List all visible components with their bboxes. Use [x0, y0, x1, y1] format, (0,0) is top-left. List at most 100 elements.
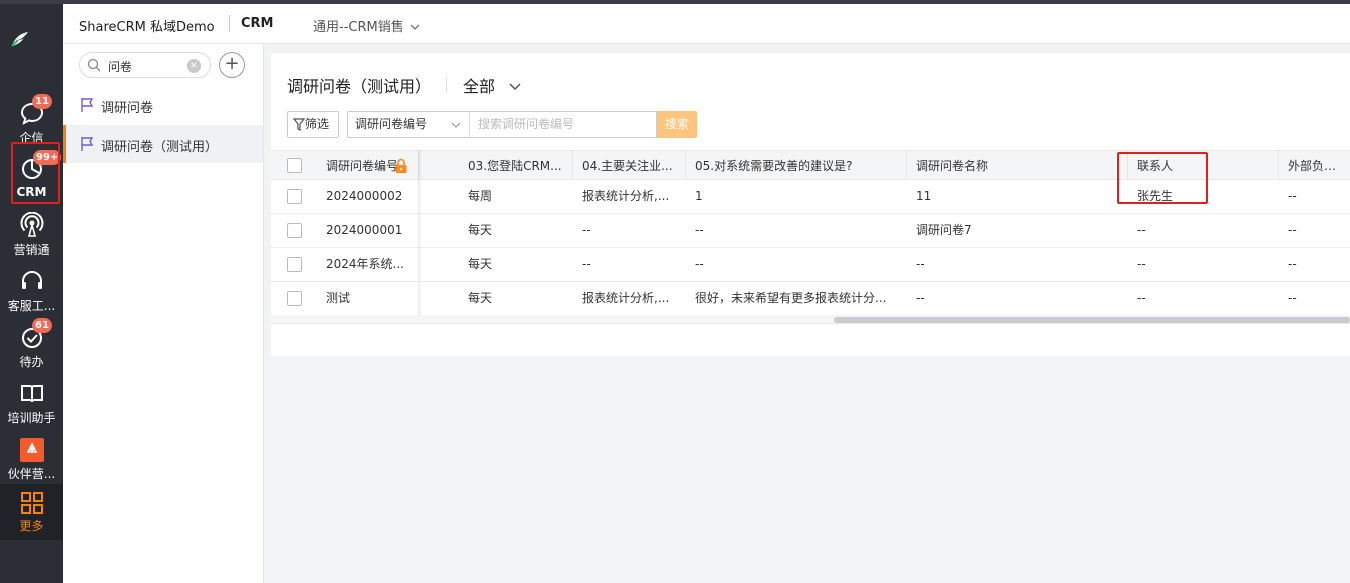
select-all-checkbox[interactable] — [287, 158, 302, 173]
filter-button[interactable]: 筛选 — [287, 111, 339, 138]
horizontal-scrollbar[interactable] — [271, 315, 1350, 324]
lock-icon[interactable] — [394, 158, 408, 174]
table-cell: 很好，未来希望有更多报表统计分... — [695, 291, 887, 305]
rail-item-label: 培训助手 — [7, 411, 56, 425]
chevron-down-icon — [451, 122, 461, 128]
app-scope-label: 通用--CRM销售 — [313, 20, 404, 35]
record-number-link[interactable]: 2024年系统... — [317, 248, 419, 281]
table-cell: 每天 — [468, 257, 493, 271]
search-field-value: 调研问卷编号 — [355, 117, 428, 131]
rail-item-label: 营销通 — [13, 243, 50, 257]
rail-badge-todo: 61 — [32, 318, 52, 333]
row-checkbox[interactable] — [287, 257, 302, 272]
rail-item-label: 待办 — [19, 355, 44, 369]
rail-item-partner[interactable]: 伙伴营... — [0, 432, 63, 488]
rail-item-marketing[interactable]: 营销通 — [0, 208, 63, 264]
contact-column-highlight-box — [1117, 152, 1208, 204]
search-icon — [87, 58, 101, 72]
filter-label: 筛选 — [305, 117, 330, 131]
app-logo-icon — [11, 32, 28, 47]
table-cell: 调研问卷7 — [916, 223, 972, 237]
table-row[interactable]: 测试 每天 报表统计分析,... 很好，未来希望有更多报表统计分... -- -… — [271, 282, 1350, 316]
app-rail: 11 企信 99+ CRM 营销通 客服工... 61 待办 培训助手 伙伴营.… — [0, 4, 63, 583]
record-number-link[interactable]: 2024000002 — [317, 180, 419, 213]
header-divider — [229, 15, 230, 32]
column-header[interactable]: 05.对系统需要改善的建议是? — [686, 151, 907, 179]
app-name: CRM — [241, 16, 274, 31]
chevron-down-icon — [509, 83, 521, 91]
table-cell: -- — [582, 223, 591, 237]
table-cell: 每天 — [468, 223, 493, 237]
table-cell: -- — [695, 257, 704, 271]
partner-app-icon — [20, 438, 44, 462]
table-cell: -- — [1288, 291, 1297, 305]
search-field-select[interactable]: 调研问卷编号 — [347, 111, 469, 138]
crm-highlight-box — [11, 142, 60, 204]
table-cell: -- — [1288, 189, 1297, 203]
table-cell: -- — [916, 257, 925, 271]
object-search-value: 问卷 — [108, 60, 133, 74]
rail-item-training[interactable]: 培训助手 — [0, 376, 63, 432]
object-item-label: 调研问卷 — [101, 101, 154, 116]
table-cell: -- — [1137, 291, 1146, 305]
table-cell: -- — [1137, 257, 1146, 271]
title-divider — [446, 77, 447, 93]
table-cell: -- — [695, 223, 704, 237]
object-item-survey-test[interactable]: 调研问卷（测试用） — [63, 125, 263, 163]
table-cell: -- — [916, 291, 925, 305]
flag-icon — [81, 98, 94, 112]
table-cell: 报表统计分析,... — [582, 189, 670, 203]
filter-icon — [293, 118, 305, 131]
scope-filter-label: 全部 — [463, 77, 496, 96]
rail-item-label: 更多 — [19, 519, 44, 533]
table-cell: -- — [1288, 223, 1297, 237]
clear-search-icon[interactable]: × — [187, 59, 201, 73]
table-cell: 报表统计分析,... — [582, 291, 670, 305]
search-button[interactable]: 搜索 — [657, 111, 697, 138]
table-row[interactable]: 2024年系统... 每天 -- -- -- -- -- — [271, 248, 1350, 282]
rail-item-service[interactable]: 客服工... — [0, 264, 63, 320]
scope-filter-dropdown[interactable]: 全部 — [463, 73, 522, 97]
book-icon — [21, 385, 43, 403]
row-checkbox[interactable] — [287, 223, 302, 238]
list-view-panel: 调研问卷（测试用） 全部 筛选 调研问卷编号 搜索调研问卷编号 搜索 调研问卷编… — [271, 53, 1350, 356]
rail-item-more[interactable]: 更多 — [0, 484, 63, 540]
flag-icon — [81, 137, 94, 151]
tenant-name[interactable]: ShareCRM 私域Demo — [79, 16, 215, 35]
table-row[interactable]: 2024000001 每天 -- -- 调研问卷7 -- -- — [271, 214, 1350, 248]
rail-item-label: 伙伴营... — [7, 467, 56, 481]
table-cell: 每天 — [468, 291, 493, 305]
record-number-link[interactable]: 测试 — [317, 282, 419, 315]
grid-icon — [21, 492, 43, 514]
chevron-down-icon — [410, 24, 420, 30]
column-header[interactable]: 调研问卷名称 — [907, 151, 1128, 179]
keyword-search-input[interactable]: 搜索调研问卷编号 — [469, 111, 657, 138]
table-cell: 每周 — [468, 189, 493, 203]
table-cell: -- — [1137, 223, 1146, 237]
object-list-panel: 问卷 × + 调研问卷 调研问卷（测试用） — [63, 44, 264, 583]
top-header: ShareCRM 私域Demo CRM 通用--CRM销售 — [63, 4, 1350, 44]
row-checkbox[interactable] — [287, 189, 302, 204]
column-header[interactable]: 04.主要关注业... — [573, 151, 686, 179]
rail-badge-qixin: 11 — [32, 94, 52, 109]
rail-item-todo[interactable]: 61 待办 — [0, 318, 63, 376]
table-cell: -- — [582, 257, 591, 271]
object-item-survey[interactable]: 调研问卷 — [63, 86, 263, 124]
table-cell: -- — [1288, 257, 1297, 271]
record-number-link[interactable]: 2024000001 — [317, 214, 419, 247]
object-item-label: 调研问卷（测试用） — [101, 140, 219, 155]
scrollbar-thumb[interactable] — [834, 317, 1350, 323]
table-cell: 1 — [695, 189, 703, 203]
column-header[interactable]: 03.您登陆CRM... — [459, 151, 573, 179]
page-title: 调研问卷（测试用） — [287, 77, 432, 96]
headset-icon — [22, 271, 42, 289]
add-object-button[interactable]: + — [219, 52, 245, 78]
broadcast-icon — [20, 212, 44, 237]
rail-item-label: 客服工... — [7, 299, 56, 313]
row-checkbox[interactable] — [287, 291, 302, 306]
object-search-input[interactable]: 问卷 × — [79, 52, 211, 78]
frozen-column-shadow — [418, 150, 422, 315]
table-cell: 11 — [916, 189, 932, 203]
column-header[interactable]: 外部负责人 — [1279, 151, 1350, 179]
app-scope-dropdown[interactable]: 通用--CRM销售 — [313, 16, 420, 35]
